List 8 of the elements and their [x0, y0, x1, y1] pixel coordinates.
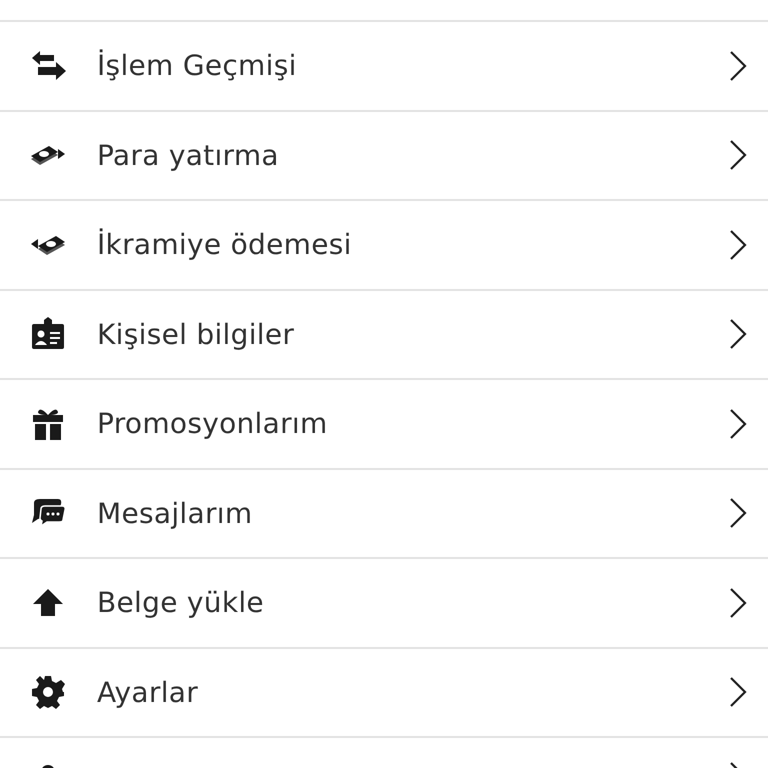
menu-item-label[interactable]: Para yatırma	[97, 138, 728, 172]
menu-item-label[interactable]: Ayarlar	[97, 676, 728, 709]
menu-item-label[interactable]: İşlem Geçmişi	[97, 49, 728, 82]
menu-item-label[interactable]: Kişisel bilgiler	[97, 318, 728, 351]
menu-item-label[interactable]: Promosyonlarım	[97, 407, 728, 440]
menu-item-label[interactable]: İkramiye ödemesi	[97, 228, 728, 262]
menu-item-label[interactable]: Mesajlarım	[97, 496, 728, 530]
menu-item-label[interactable]: Belge yükle	[97, 586, 728, 620]
